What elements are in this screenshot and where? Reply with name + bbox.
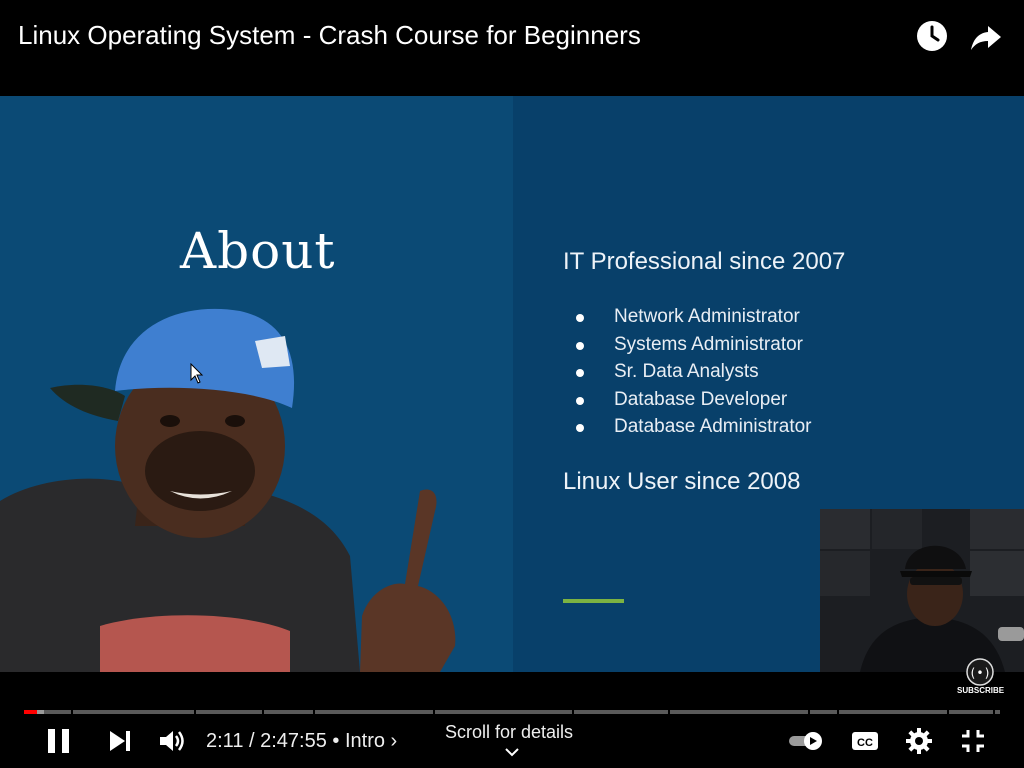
slide-heading: About xyxy=(180,222,336,280)
role-label: Database Developer xyxy=(614,388,788,410)
volume-icon[interactable] xyxy=(158,728,186,754)
list-item: Sr. Data Analysts xyxy=(576,358,812,386)
role-label: Sr. Data Analysts xyxy=(614,361,759,383)
list-item: Network Administrator xyxy=(576,303,812,331)
list-item: Database Administrator xyxy=(576,413,812,441)
clock-icon[interactable] xyxy=(914,18,950,54)
presenter-image xyxy=(0,308,456,672)
subscribe-label: SUBSCRIBE xyxy=(957,686,1005,695)
bullet-icon xyxy=(576,314,584,322)
slide-footer: Linux User since 2008 xyxy=(563,468,801,495)
slide-subheading: IT Professional since 2007 xyxy=(563,248,846,275)
presenter-inset xyxy=(820,509,1024,672)
chapter-marker xyxy=(837,710,839,714)
chapter-marker xyxy=(433,710,435,714)
svg-text:CC: CC xyxy=(857,737,873,749)
accent-line xyxy=(563,599,624,603)
chapter-marker xyxy=(194,710,196,714)
bullet-icon xyxy=(576,341,584,350)
list-item: Database Developer xyxy=(576,386,812,414)
progress-played xyxy=(24,710,37,714)
chapter-marker xyxy=(71,710,73,714)
video-frame[interactable]: About IT Professional since 2007 Network… xyxy=(0,96,1024,672)
chevron-down-icon xyxy=(505,748,519,757)
exit-fullscreen-icon[interactable] xyxy=(960,728,986,754)
progress-bar[interactable] xyxy=(24,710,1000,714)
settings-icon[interactable] xyxy=(905,727,933,755)
chapter-marker xyxy=(262,710,264,714)
chapter-marker xyxy=(993,710,995,714)
role-list: Network Administrator Systems Administra… xyxy=(576,303,812,441)
role-label: Database Administrator xyxy=(614,416,812,438)
video-top-bar: Linux Operating System - Crash Course fo… xyxy=(0,0,1024,96)
svg-text:(•): (•) xyxy=(969,666,991,680)
next-icon[interactable] xyxy=(108,729,134,753)
video-title[interactable]: Linux Operating System - Crash Course fo… xyxy=(18,20,641,51)
chapter-marker xyxy=(947,710,949,714)
role-label: Network Administrator xyxy=(614,306,800,327)
autoplay-toggle[interactable] xyxy=(788,731,824,751)
time-display[interactable]: 2:11 / 2:47:55 • Intro › xyxy=(206,730,397,753)
chapter-marker xyxy=(572,710,574,714)
mouse-cursor-icon xyxy=(190,363,204,384)
chapter-marker xyxy=(313,710,315,714)
chapter-marker xyxy=(808,710,810,714)
scroll-hint[interactable]: Scroll for details xyxy=(445,722,573,743)
chapter-marker xyxy=(668,710,670,714)
role-label: Systems Administrator xyxy=(614,333,803,355)
bullet-icon xyxy=(576,369,584,378)
list-item: Systems Administrator xyxy=(576,331,812,359)
bullet-icon xyxy=(576,424,584,433)
captions-icon[interactable]: CC xyxy=(851,729,879,753)
share-arrow-icon[interactable] xyxy=(968,18,1004,54)
bullet-icon xyxy=(576,396,584,405)
pause-icon[interactable] xyxy=(46,727,72,755)
